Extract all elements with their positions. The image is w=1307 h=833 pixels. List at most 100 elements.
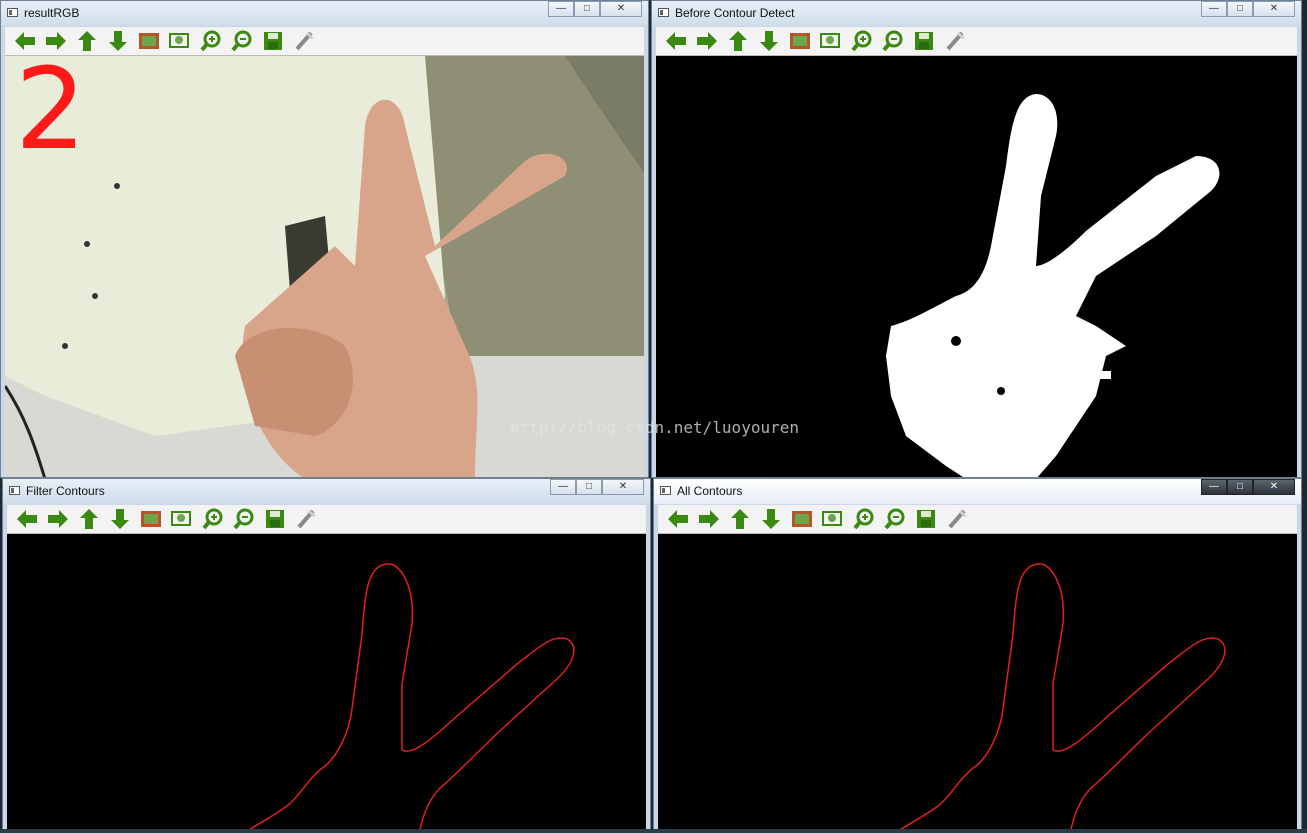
save-icon <box>265 509 285 529</box>
pan-left-button[interactable] <box>9 29 40 53</box>
maximize-button[interactable]: □ <box>1227 1 1253 17</box>
save-button[interactable] <box>908 29 939 53</box>
pan-left-icon <box>665 31 687 51</box>
all-contours-outline <box>895 563 1226 832</box>
save-button[interactable] <box>259 507 290 531</box>
minimize-button[interactable]: — <box>1201 479 1227 495</box>
pan-up-icon <box>77 30 97 52</box>
watermark-text: http://blog.csdn.net/luoyouren <box>510 418 799 437</box>
properties-button[interactable] <box>939 29 970 53</box>
save-button[interactable] <box>257 29 288 53</box>
zoom-region-button[interactable] <box>166 507 197 531</box>
zoom-out-icon <box>230 30 253 52</box>
zoom-region-icon <box>170 509 193 529</box>
zoom-fit-image-button[interactable] <box>784 29 815 53</box>
zoom-in-icon <box>199 30 222 52</box>
zoom-in-icon <box>850 30 873 52</box>
title-bar[interactable]: resultRGB — □ ✕ <box>1 1 648 26</box>
zoom-fit-image-button[interactable] <box>135 507 166 531</box>
pan-left-button[interactable] <box>662 507 693 531</box>
zoom-fit-image-button[interactable] <box>786 507 817 531</box>
save-icon <box>263 31 283 51</box>
pan-down-icon <box>108 30 128 52</box>
zoom-region-icon <box>168 31 191 51</box>
zoom-out-button[interactable] <box>228 507 259 531</box>
zoom-fit-image-icon <box>138 32 160 50</box>
window-before-contour-detect[interactable]: Before Contour Detect — □ ✕ <box>651 0 1302 478</box>
save-icon <box>916 509 936 529</box>
window-app-icon <box>9 486 20 495</box>
camera-frame <box>5 56 644 477</box>
pan-right-button[interactable] <box>40 29 71 53</box>
image-view-binary-mask[interactable] <box>656 56 1297 477</box>
pan-up-icon <box>730 508 750 530</box>
close-button[interactable]: ✕ <box>600 1 642 17</box>
zoom-in-button[interactable] <box>846 29 877 53</box>
zoom-region-button[interactable] <box>815 29 846 53</box>
properties-icon <box>295 508 317 530</box>
zoom-fit-image-icon <box>791 510 813 528</box>
properties-button[interactable] <box>288 29 319 53</box>
close-button[interactable]: ✕ <box>1253 479 1295 495</box>
pan-up-button[interactable] <box>722 29 753 53</box>
pan-right-button[interactable] <box>691 29 722 53</box>
pan-left-icon <box>14 31 36 51</box>
close-button[interactable]: ✕ <box>602 479 644 495</box>
window-filter-contours[interactable]: Filter Contours — □ ✕ <box>2 478 651 833</box>
toolbar <box>658 505 1297 534</box>
zoom-in-button[interactable] <box>197 507 228 531</box>
title-bar[interactable]: Filter Contours — □ ✕ <box>3 479 650 504</box>
pan-left-button[interactable] <box>11 507 42 531</box>
binary-hand-mask <box>886 94 1220 477</box>
image-view-rgb[interactable]: 2 <box>5 56 644 477</box>
zoom-in-button[interactable] <box>195 29 226 53</box>
maximize-button[interactable]: □ <box>1227 479 1253 495</box>
pan-up-button[interactable] <box>724 507 755 531</box>
pan-right-icon <box>698 509 720 529</box>
window-title: Filter Contours <box>26 484 105 498</box>
pan-up-button[interactable] <box>73 507 104 531</box>
properties-button[interactable] <box>941 507 972 531</box>
zoom-in-icon <box>201 508 224 530</box>
window-title: All Contours <box>677 484 743 498</box>
zoom-out-button[interactable] <box>877 29 908 53</box>
zoom-out-button[interactable] <box>879 507 910 531</box>
window-app-icon <box>660 486 671 495</box>
save-button[interactable] <box>910 507 941 531</box>
zoom-region-icon <box>819 31 842 51</box>
pan-right-button[interactable] <box>693 507 724 531</box>
properties-button[interactable] <box>290 507 321 531</box>
zoom-fit-image-button[interactable] <box>133 29 164 53</box>
zoom-out-icon <box>883 508 906 530</box>
zoom-fit-image-icon <box>140 510 162 528</box>
taskbar-strip <box>0 829 1307 833</box>
minimize-button[interactable]: — <box>550 479 576 495</box>
close-button[interactable]: ✕ <box>1253 1 1295 17</box>
zoom-out-button[interactable] <box>226 29 257 53</box>
window-result-rgb[interactable]: resultRGB — □ ✕ 2 <box>0 0 649 478</box>
pan-up-button[interactable] <box>71 29 102 53</box>
pan-down-button[interactable] <box>102 29 133 53</box>
pan-up-icon <box>728 30 748 52</box>
zoom-region-button[interactable] <box>817 507 848 531</box>
title-bar[interactable]: All Contours — □ ✕ <box>654 479 1301 504</box>
pan-down-icon <box>759 30 779 52</box>
pan-down-button[interactable] <box>753 29 784 53</box>
zoom-region-button[interactable] <box>164 29 195 53</box>
zoom-in-button[interactable] <box>848 507 879 531</box>
image-view-all-contours[interactable] <box>658 534 1297 832</box>
minimize-button[interactable]: — <box>548 1 574 17</box>
maximize-button[interactable]: □ <box>574 1 600 17</box>
pan-left-button[interactable] <box>660 29 691 53</box>
pan-down-icon <box>110 508 130 530</box>
properties-icon <box>946 508 968 530</box>
image-view-filtered-contour[interactable] <box>7 534 646 832</box>
pan-down-button[interactable] <box>755 507 786 531</box>
minimize-button[interactable]: — <box>1201 1 1227 17</box>
window-app-icon <box>7 8 18 17</box>
pan-down-button[interactable] <box>104 507 135 531</box>
maximize-button[interactable]: □ <box>576 479 602 495</box>
title-bar[interactable]: Before Contour Detect — □ ✕ <box>652 1 1301 26</box>
window-all-contours[interactable]: All Contours — □ ✕ <box>653 478 1302 833</box>
pan-right-button[interactable] <box>42 507 73 531</box>
